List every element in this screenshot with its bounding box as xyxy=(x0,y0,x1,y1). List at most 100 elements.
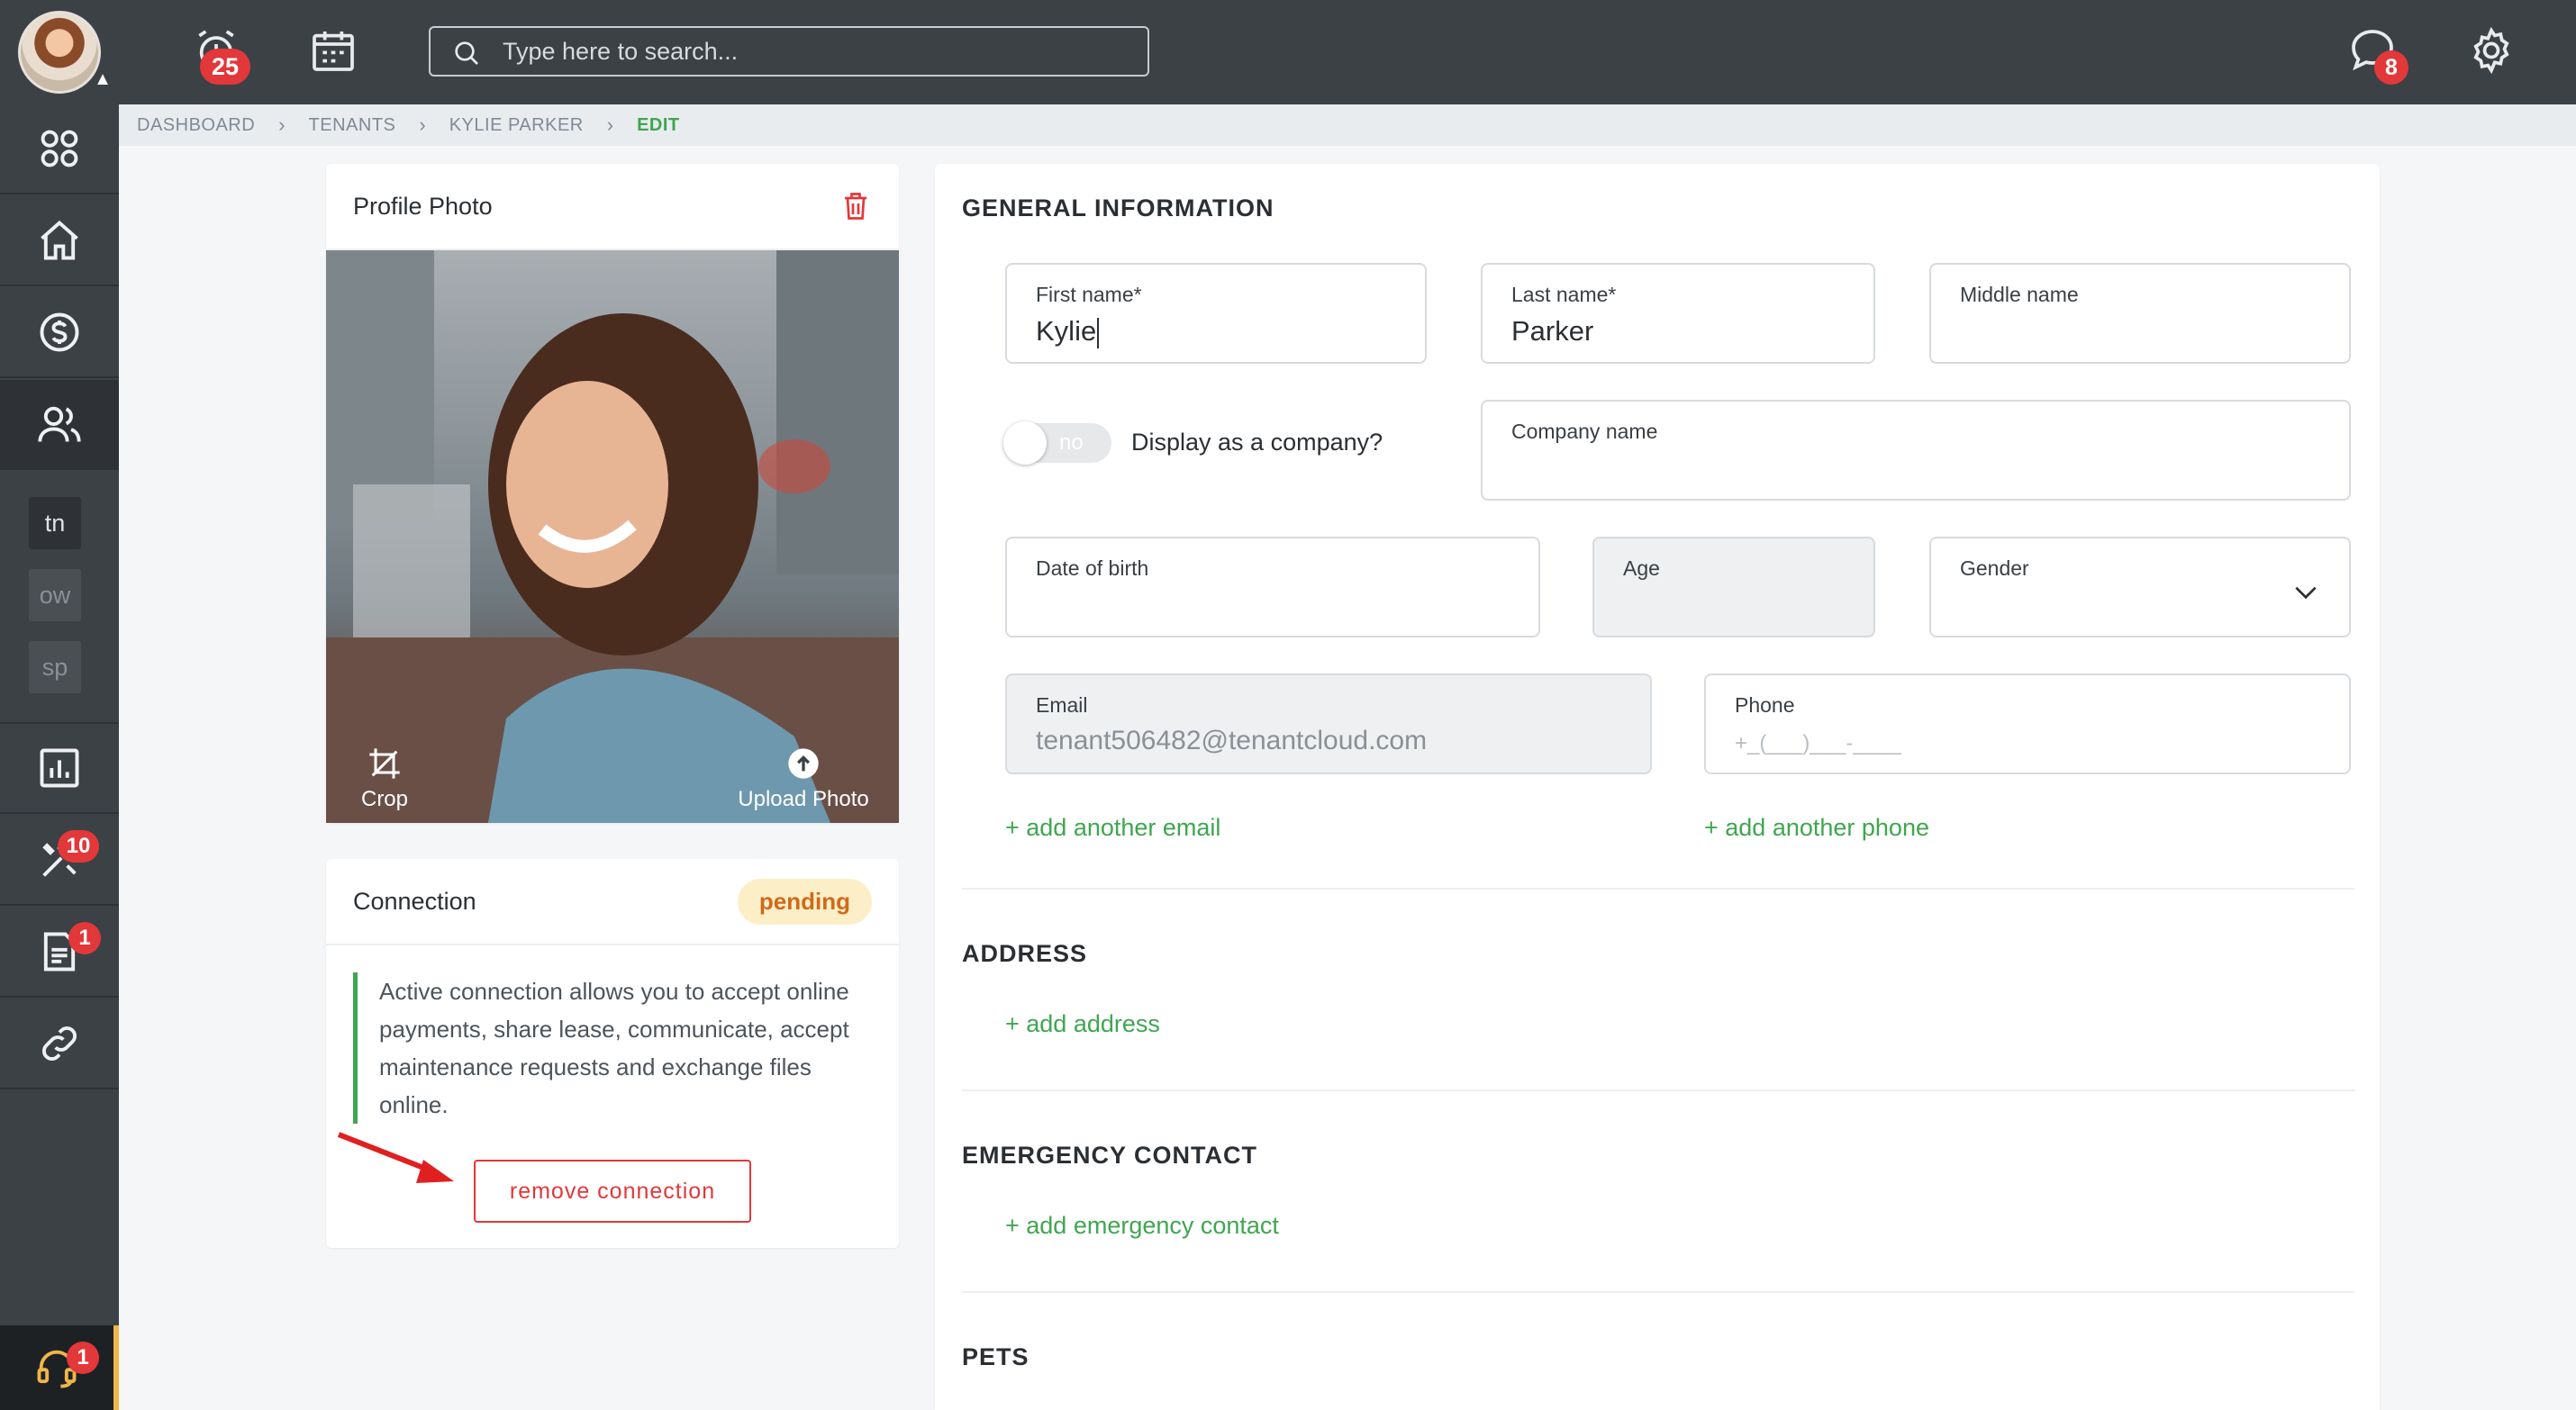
sidebar-item-links[interactable] xyxy=(0,999,119,1089)
upload-label: Upload Photo xyxy=(738,787,869,811)
last-name-field[interactable]: Last name* Parker xyxy=(1481,263,1875,364)
alarm-badge: 25 xyxy=(200,49,250,85)
upload-photo-button[interactable]: Upload Photo xyxy=(713,746,893,812)
breadcrumb-tenant-name[interactable]: KYLIE PARKER xyxy=(449,115,584,136)
photo-portrait-image xyxy=(326,250,899,823)
pets-title: PETS xyxy=(962,1343,1029,1370)
company-toggle-state: no xyxy=(1059,430,1084,455)
support-badge: 1 xyxy=(67,1342,99,1374)
add-email-link[interactable]: + add another email xyxy=(1005,814,1220,842)
breadcrumb-dashboard[interactable]: DASHBOARD xyxy=(137,115,255,136)
phone-label: Phone xyxy=(1735,693,1795,717)
chevron-right-icon: › xyxy=(606,113,614,136)
dob-label: Date of birth xyxy=(1036,556,1149,580)
sidebar-item-apps[interactable] xyxy=(0,104,119,194)
company-toggle[interactable]: no xyxy=(1003,421,1111,465)
sidebar-item-people[interactable] xyxy=(0,380,119,470)
chevron-down-icon xyxy=(2295,586,2317,600)
sidebar: tn ow sp 10 1 xyxy=(0,104,119,1410)
sidebar-item-maintenance[interactable] xyxy=(0,816,119,906)
company-name-label: Company name xyxy=(1511,420,1658,443)
trash-icon[interactable] xyxy=(839,188,872,224)
settings-gear-icon[interactable] xyxy=(2466,25,2517,76)
middle-name-field[interactable]: Middle name xyxy=(1929,263,2351,364)
add-emergency-contact-link[interactable]: + add emergency contact xyxy=(1005,1212,1279,1240)
search-box[interactable] xyxy=(429,26,1149,77)
chat-badge: 8 xyxy=(2374,50,2408,85)
home-icon xyxy=(41,220,78,260)
connection-header: Connection pending xyxy=(326,859,899,945)
breadcrumb-current: EDIT xyxy=(637,114,680,135)
first-name-value: Kylie xyxy=(1036,315,1100,348)
first-name-text: Kylie xyxy=(1036,315,1097,347)
documents-badge: 1 xyxy=(68,922,101,954)
profile-photo-header: Profile Photo xyxy=(326,164,899,250)
cloud-upload-icon xyxy=(788,748,819,779)
maintenance-badge: 10 xyxy=(58,830,99,863)
profile-photo-card: Profile Photo Crop Upload Photo xyxy=(326,164,899,823)
sidebar-item-owners[interactable]: ow xyxy=(29,569,81,621)
crop-icon xyxy=(369,748,400,779)
link-icon xyxy=(41,1026,77,1062)
company-toggle-label: Display as a company? xyxy=(1131,429,1383,456)
breadcrumb-tenants[interactable]: TENANTS xyxy=(309,115,396,136)
section-divider xyxy=(962,888,2354,890)
add-phone-link[interactable]: + add another phone xyxy=(1704,814,1929,842)
red-arrow-annotation-icon xyxy=(337,1132,454,1183)
support-button[interactable] xyxy=(0,1325,113,1410)
first-name-field[interactable]: First name* Kylie xyxy=(1005,263,1427,364)
crop-label: Crop xyxy=(360,787,409,811)
add-address-link[interactable]: + add address xyxy=(1005,1010,1160,1038)
sidebar-item-service-pros[interactable]: sp xyxy=(29,641,81,693)
toggle-knob xyxy=(1003,421,1047,465)
last-name-value: Parker xyxy=(1511,315,1594,347)
support-accent-strip xyxy=(113,1325,119,1410)
sidebar-item-documents[interactable] xyxy=(0,908,119,998)
chevron-right-icon: › xyxy=(278,113,286,136)
calendar-icon[interactable] xyxy=(308,25,358,76)
gender-select[interactable]: Gender xyxy=(1929,537,2351,637)
status-badge: pending xyxy=(737,878,872,925)
dollar-coin-icon xyxy=(40,312,79,352)
gender-label: Gender xyxy=(1960,556,2029,580)
date-of-birth-field[interactable]: Date of birth xyxy=(1005,537,1540,637)
tenant-form-card: GENERAL INFORMATION First name* Kylie La… xyxy=(935,164,2380,1410)
sidebar-item-payments[interactable] xyxy=(0,288,119,378)
age-label: Age xyxy=(1623,556,1660,580)
connection-description: Active connection allows you to accept o… xyxy=(353,972,875,1124)
company-name-field[interactable]: Company name xyxy=(1481,400,2351,501)
connection-title: Connection xyxy=(353,887,476,915)
general-info-title: GENERAL INFORMATION xyxy=(962,194,1274,221)
profile-photo-title: Profile Photo xyxy=(353,192,493,220)
emergency-contact-title: EMERGENCY CONTACT xyxy=(962,1142,1258,1169)
top-bar: ▲ 25 8 xyxy=(0,0,2576,104)
remove-connection-button[interactable]: remove connection xyxy=(474,1160,751,1223)
email-value: tenant506482@tenantcloud.com xyxy=(1036,726,1428,755)
apps-grid-icon xyxy=(41,130,78,167)
search-icon xyxy=(455,41,478,65)
address-title: ADDRESS xyxy=(962,940,1088,967)
breadcrumb: DASHBOARD › TENANTS › KYLIE PARKER › EDI… xyxy=(119,104,2576,146)
user-avatar[interactable] xyxy=(18,11,101,94)
phone-mask: +_(___)___-____ xyxy=(1735,731,1901,755)
last-name-label: Last name* xyxy=(1511,283,1617,306)
bar-chart-icon xyxy=(40,748,79,788)
email-label: Email xyxy=(1036,693,1088,717)
first-name-label: First name* xyxy=(1036,283,1142,306)
crop-button[interactable]: Crop xyxy=(344,746,425,812)
pin-icon: ▲ xyxy=(94,69,112,89)
sidebar-item-tenants[interactable]: tn xyxy=(29,497,81,549)
users-icon xyxy=(38,406,81,442)
text-caret xyxy=(1097,317,1100,348)
sidebar-item-reports[interactable] xyxy=(0,724,119,814)
email-field: Email tenant506482@tenantcloud.com xyxy=(1005,673,1652,774)
middle-name-label: Middle name xyxy=(1960,283,2079,306)
phone-field[interactable]: Phone +_(___)___-____ xyxy=(1704,673,2351,774)
section-divider xyxy=(962,1089,2354,1091)
connection-card: Connection pending Active connection all… xyxy=(326,859,899,1248)
age-field: Age xyxy=(1592,537,1875,637)
search-input[interactable] xyxy=(503,35,1133,68)
profile-photo: Crop Upload Photo xyxy=(326,250,899,823)
section-divider xyxy=(962,1291,2354,1293)
sidebar-item-home[interactable] xyxy=(0,196,119,286)
